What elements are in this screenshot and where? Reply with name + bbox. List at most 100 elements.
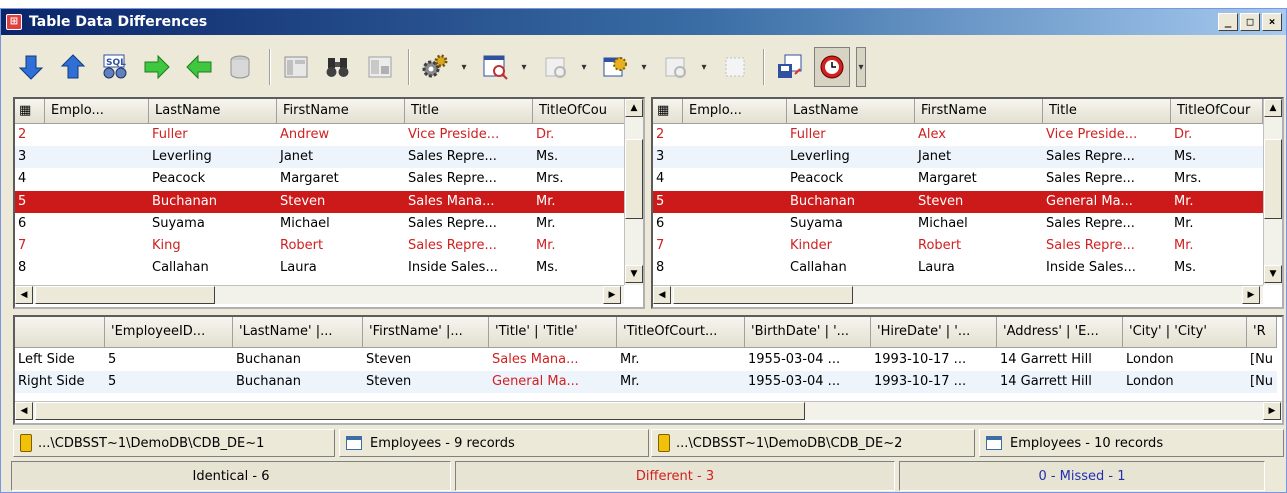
scroll-up-icon[interactable]: ▲	[625, 99, 643, 117]
right-header-title[interactable]: Title	[1043, 99, 1171, 124]
script-dropdown-arrow[interactable]: ▾	[699, 62, 709, 73]
scroll-thumb[interactable]	[35, 286, 215, 304]
sync-dropdown-arrow[interactable]: ▾	[639, 62, 649, 73]
table-row[interactable]: 3 Leverling Janet Sales Repre... Ms.	[15, 146, 625, 169]
right-horizontal-scrollbar[interactable]: ◀ ▶	[653, 285, 1263, 304]
different-count[interactable]: Different - 3	[455, 461, 895, 491]
next-difference-button[interactable]	[13, 47, 49, 87]
settings-button[interactable]	[417, 47, 453, 87]
sql-compare-button[interactable]: SQL	[97, 47, 133, 87]
right-header-titleofcourtesy[interactable]: TitleOfCour	[1171, 99, 1263, 124]
copy-right-button[interactable]	[139, 47, 175, 87]
right-grid[interactable]: ▦ Emplo... LastName FirstName Title Titl…	[651, 97, 1284, 309]
table-row[interactable]: 4 Peacock Margaret Sales Repre... Mrs.	[15, 168, 625, 190]
table-row[interactable]: 2 Fuller Andrew Vice Preside... Dr.	[15, 124, 625, 146]
stop-dropdown-arrow[interactable]: ▾	[856, 47, 866, 87]
left-header-employeeid[interactable]: Emplo...	[45, 99, 149, 124]
detail-header-8[interactable]: 'Address' | 'E...	[997, 317, 1123, 348]
detail-header-1[interactable]: 'EmployeeID...	[105, 317, 233, 348]
table-row[interactable]: 5 Buchanan Steven Sales Mana... Mr.	[15, 190, 625, 213]
detail-grid[interactable]: 'EmployeeID... 'LastName' |... 'FirstName'…	[13, 315, 1284, 425]
detail-header-2[interactable]: 'LastName' |...	[233, 317, 363, 348]
table-row[interactable]: 7 Kinder Robert Sales Repre... Mr.	[653, 235, 1263, 257]
scroll-down-icon[interactable]: ▼	[1264, 265, 1282, 283]
detail-cell: Mr.	[620, 352, 640, 367]
right-header-firstname[interactable]: FirstName	[915, 99, 1043, 124]
sync-button[interactable]	[597, 47, 633, 87]
table-cell-last: Leverling	[790, 149, 850, 165]
scroll-right-icon[interactable]: ▶	[1263, 402, 1281, 420]
detail-horizontal-scrollbar[interactable]: ◀ ▶	[15, 401, 1282, 420]
detail-header-6[interactable]: 'BirthDate' | '...	[745, 317, 871, 348]
settings-dropdown-arrow[interactable]: ▾	[459, 62, 469, 73]
filter-button[interactable]	[477, 47, 513, 87]
left-header-firstname[interactable]: FirstName	[277, 99, 405, 124]
export-button[interactable]	[717, 47, 753, 87]
scroll-left-icon[interactable]: ◀	[15, 286, 33, 304]
scroll-up-icon[interactable]: ▲	[1264, 99, 1282, 117]
scroll-thumb[interactable]	[1264, 139, 1282, 219]
table-cell-toc: Dr.	[536, 127, 555, 142]
table-row[interactable]: 4 Peacock Margaret Sales Repre... Mrs.	[653, 168, 1263, 190]
missed-count[interactable]: 0 - Missed - 1	[899, 461, 1265, 491]
detail-header-3[interactable]: 'FirstName' |...	[363, 317, 489, 348]
scroll-right-icon[interactable]: ▶	[1242, 286, 1260, 304]
left-vertical-scrollbar[interactable]: ▲ ▼	[624, 99, 643, 285]
table-row[interactable]: 5 Buchanan Steven General Ma... Mr.	[653, 190, 1263, 213]
left-header-lastname[interactable]: LastName	[149, 99, 277, 124]
database-button[interactable]	[223, 47, 259, 87]
identical-count[interactable]: Identical - 6	[11, 461, 451, 491]
stop-button[interactable]	[814, 47, 850, 87]
table-row[interactable]: 3 Leverling Janet Sales Repre... Ms.	[653, 146, 1263, 169]
copy-left-button[interactable]	[181, 47, 217, 87]
find-button[interactable]	[320, 47, 356, 87]
table-cell-first: Alex	[918, 127, 946, 142]
scroll-left-icon[interactable]: ◀	[15, 402, 33, 420]
right-header-employeeid[interactable]: Emplo...	[683, 99, 787, 124]
right-header-lastname[interactable]: LastName	[787, 99, 915, 124]
table-cell-title: Sales Repre...	[1046, 149, 1135, 165]
right-database-path: ...\CDBSST~1\DemoDB\CDB_DE~2	[651, 429, 975, 457]
layout-button[interactable]	[278, 47, 314, 87]
scroll-thumb[interactable]	[673, 286, 853, 304]
left-grid[interactable]: ▦ Emplo... LastName FirstName Title Titl…	[13, 97, 645, 309]
scroll-thumb[interactable]	[35, 402, 805, 420]
detail-row[interactable]: Right Side 5 Buchanan Steven General Ma... Mr…	[15, 371, 1277, 393]
filter-dropdown-arrow[interactable]: ▾	[519, 62, 529, 73]
generate-dropdown-arrow[interactable]: ▾	[579, 62, 589, 73]
view-button[interactable]	[362, 47, 398, 87]
maximize-button[interactable]: □	[1240, 13, 1260, 31]
table-row[interactable]: 7 King Robert Sales Repre... Mr.	[15, 235, 625, 257]
left-header-titleofcourtesy[interactable]: TitleOfCou	[533, 99, 625, 124]
save-report-button[interactable]	[772, 47, 808, 87]
detail-cell: Steven	[366, 374, 412, 389]
table-cell-first: Robert	[280, 237, 324, 253]
table-row[interactable]: 8 Callahan Laura Inside Sales... Ms.	[653, 257, 1263, 279]
detail-header-0[interactable]	[15, 317, 105, 348]
previous-difference-button[interactable]	[55, 47, 91, 87]
scroll-right-icon[interactable]: ▶	[603, 286, 621, 304]
detail-header-10[interactable]: 'R	[1247, 317, 1277, 348]
detail-row[interactable]: Left Side 5 Buchanan Steven Sales Mana... Mr.…	[15, 349, 1277, 371]
left-horizontal-scrollbar[interactable]: ◀ ▶	[15, 285, 624, 304]
close-button[interactable]: ×	[1262, 13, 1282, 31]
key-icon: ▦	[653, 99, 683, 124]
table-row[interactable]: 6 Suyama Michael Sales Repre... Mr.	[653, 213, 1263, 235]
minimize-button[interactable]: _	[1218, 13, 1238, 31]
detail-header-9[interactable]: 'City' | 'City'	[1123, 317, 1247, 348]
detail-header-4[interactable]: 'Title' | 'Title'	[489, 317, 617, 348]
left-header-title[interactable]: Title	[405, 99, 533, 124]
detail-header-5[interactable]: 'TitleOfCourt...	[617, 317, 745, 348]
scroll-thumb[interactable]	[625, 139, 643, 219]
generate-button[interactable]	[537, 47, 573, 87]
table-row[interactable]: 8 Callahan Laura Inside Sales... Ms.	[15, 257, 625, 279]
scroll-down-icon[interactable]: ▼	[625, 265, 643, 283]
table-cell-first: Janet	[918, 149, 952, 165]
script-button[interactable]	[657, 47, 693, 87]
table-row[interactable]: 6 Suyama Michael Sales Repre... Mr.	[15, 213, 625, 235]
database-icon	[230, 55, 250, 79]
scroll-left-icon[interactable]: ◀	[653, 286, 671, 304]
detail-header-7[interactable]: 'HireDate' | '...	[871, 317, 997, 348]
right-vertical-scrollbar[interactable]: ▲ ▼	[1263, 99, 1282, 285]
table-row[interactable]: 2 Fuller Alex Vice Preside... Dr.	[653, 124, 1263, 146]
